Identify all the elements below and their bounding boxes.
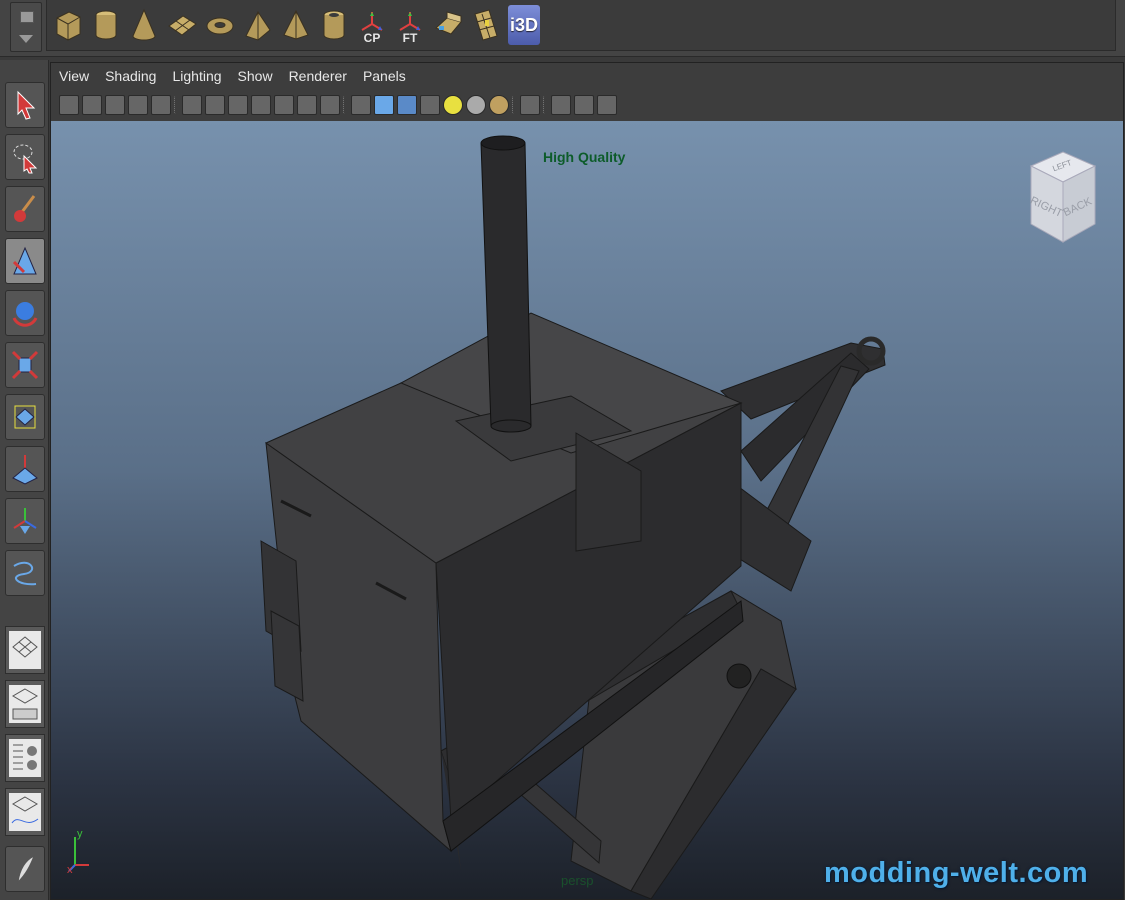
shelf-tab-icon <box>20 11 34 23</box>
axis-manipulator-icon <box>13 508 37 534</box>
image-plane-icon[interactable] <box>128 95 148 115</box>
smooth-shade-icon[interactable] <box>374 95 394 115</box>
i3d-label: i3D <box>509 14 538 35</box>
hypergraph-layout-icon <box>13 744 37 770</box>
safe-title-icon[interactable] <box>320 95 340 115</box>
select-arrow-icon <box>17 90 36 120</box>
persp-outliner-layout-button[interactable] <box>5 680 45 728</box>
camera-label: persp <box>561 873 594 888</box>
toolbar-separator <box>512 96 517 114</box>
menu-lighting[interactable]: Lighting <box>172 68 221 84</box>
persp-graph-layout-button[interactable] <box>5 788 45 836</box>
show-manipulator-button[interactable] <box>5 498 45 544</box>
view-cube[interactable]: LEFT RIGHT BACK <box>1021 146 1101 246</box>
curve-tool-button[interactable] <box>5 550 45 596</box>
shelf-icons: CP FT i3D <box>52 2 540 48</box>
viewport-panel: View Shading Lighting Show Renderer Pane… <box>50 62 1124 900</box>
toolbox <box>0 60 49 900</box>
single-perspective-layout-button[interactable] <box>5 626 45 674</box>
soft-mod-tool-button[interactable] <box>5 446 45 492</box>
perspective-viewport[interactable]: High Quality LEFT RIGHT BACK y x persp m… <box>51 121 1123 899</box>
watermark: modding-welt.com <box>824 857 1089 889</box>
soft-mod-icon <box>12 455 38 485</box>
camera-attributes-icon[interactable] <box>82 95 102 115</box>
bookmarks-icon[interactable] <box>105 95 125 115</box>
rotate-tool-button[interactable] <box>5 290 45 336</box>
axis-y-label: y <box>77 828 83 840</box>
lasso-tool-button[interactable] <box>5 134 45 180</box>
poly-pipe-icon[interactable] <box>318 5 350 45</box>
ft-label: FT <box>402 31 418 45</box>
move-icon <box>12 246 37 275</box>
film-gate-icon[interactable] <box>205 95 225 115</box>
poly-plane-icon[interactable] <box>166 5 198 45</box>
scale-icon <box>11 350 39 380</box>
manipulator-tool-button[interactable] <box>5 394 45 440</box>
wireframe-on-shaded-icon[interactable] <box>397 95 417 115</box>
xray-joints-icon[interactable] <box>574 95 594 115</box>
ft-icon[interactable]: FT <box>394 5 426 45</box>
graph-editor-layout-icon <box>11 796 39 824</box>
gate-mask-icon[interactable] <box>251 95 271 115</box>
panel-toolbar <box>59 91 617 119</box>
menu-show[interactable]: Show <box>238 68 273 84</box>
i3d-icon[interactable]: i3D <box>508 5 540 45</box>
move-tool-button[interactable] <box>5 238 45 284</box>
script-editor-button[interactable] <box>5 846 45 892</box>
textured-icon[interactable] <box>420 95 440 115</box>
field-chart-icon[interactable] <box>274 95 294 115</box>
poly-prism-icon[interactable] <box>242 5 274 45</box>
high-quality-icon[interactable] <box>489 95 509 115</box>
perspective-grid-icon <box>12 636 38 658</box>
poly-cone-icon[interactable] <box>128 5 160 45</box>
rotate-icon <box>12 302 38 327</box>
toolbar-separator <box>543 96 548 114</box>
shadows-icon[interactable] <box>466 95 486 115</box>
menu-shading[interactable]: Shading <box>105 68 156 84</box>
uv-map-icon[interactable] <box>432 5 464 45</box>
select-tool-button[interactable] <box>5 82 45 128</box>
axis-x-label: x <box>67 864 73 873</box>
poly-pyramid-icon[interactable] <box>280 5 312 45</box>
manipulator-icon <box>14 405 36 429</box>
menu-view[interactable]: View <box>59 68 89 84</box>
xray-icon[interactable] <box>551 95 571 115</box>
shelf-bar: CP FT i3D <box>0 0 1125 57</box>
2d-pan-zoom-icon[interactable] <box>151 95 171 115</box>
cp-icon[interactable]: CP <box>356 5 388 45</box>
lasso-icon <box>13 144 38 174</box>
wireframe-icon[interactable] <box>351 95 371 115</box>
paint-brush-icon <box>14 195 36 222</box>
texture-map-icon[interactable] <box>470 5 502 45</box>
feather-icon <box>17 854 35 884</box>
shelf-dropdown-icon <box>19 35 33 43</box>
quality-label: High Quality <box>543 149 626 165</box>
resolution-gate-icon[interactable] <box>228 95 248 115</box>
toolbar-separator <box>343 96 348 114</box>
select-camera-icon[interactable] <box>59 95 79 115</box>
poly-torus-icon[interactable] <box>204 5 236 45</box>
shelf-menu-handle[interactable] <box>10 2 42 52</box>
model-render <box>260 135 886 899</box>
graph-layout-button[interactable] <box>5 734 45 782</box>
safe-action-icon[interactable] <box>297 95 317 115</box>
poly-cylinder-icon[interactable] <box>90 5 122 45</box>
paint-select-tool-button[interactable] <box>5 186 45 232</box>
menu-renderer[interactable]: Renderer <box>289 68 347 84</box>
toolbar-separator <box>174 96 179 114</box>
cp-label: CP <box>363 31 381 45</box>
menu-panels[interactable]: Panels <box>363 68 406 84</box>
isolate-select-icon[interactable] <box>520 95 540 115</box>
xray-active-icon[interactable] <box>597 95 617 115</box>
poly-cube-icon[interactable] <box>52 5 84 45</box>
curve-icon <box>13 561 37 586</box>
outliner-layout-icon <box>12 688 38 720</box>
use-all-lights-icon[interactable] <box>443 95 463 115</box>
panel-menu-bar: View Shading Lighting Show Renderer Pane… <box>51 63 1125 89</box>
scale-tool-button[interactable] <box>5 342 45 388</box>
grid-icon[interactable] <box>182 95 202 115</box>
axis-gizmo: y x <box>67 828 89 873</box>
